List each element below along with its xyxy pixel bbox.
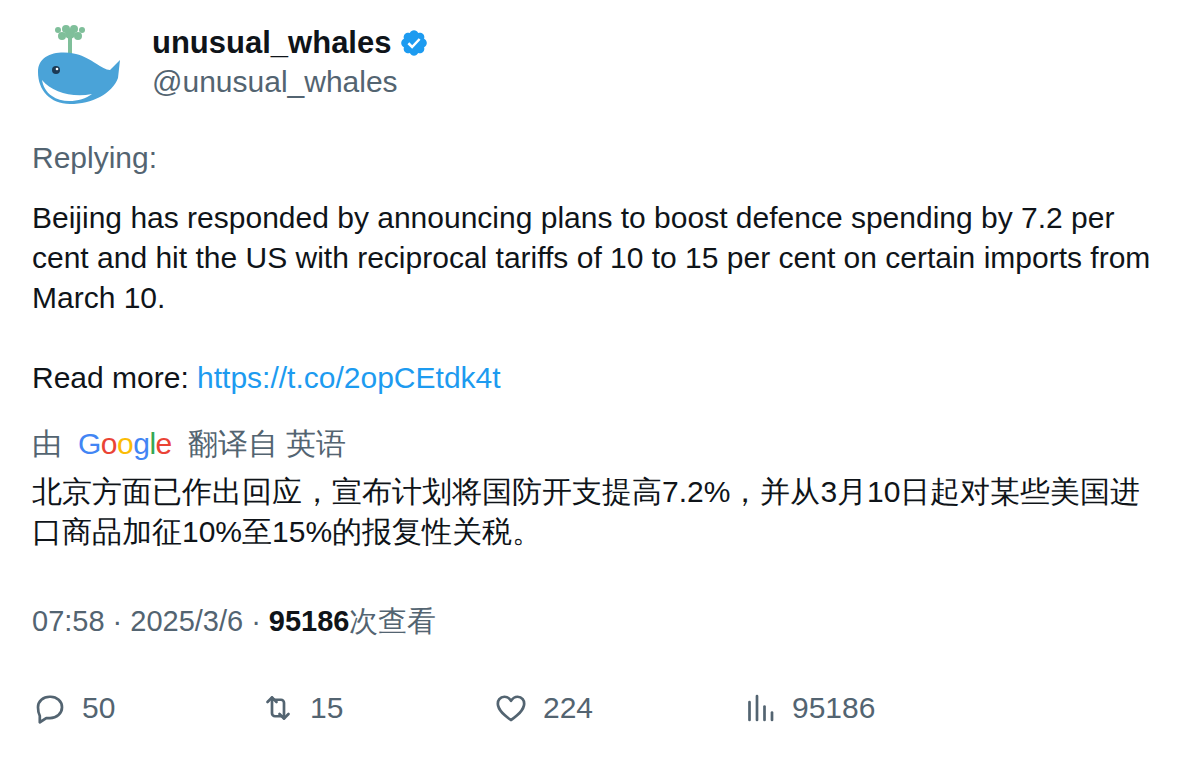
view-count: 95186次查看 (269, 601, 437, 641)
read-more-link[interactable]: https://t.co/2opCEtdk4t (197, 361, 501, 394)
meta-separator: · (113, 601, 123, 641)
tweet-time[interactable]: 07:58 (32, 601, 105, 641)
reply-button[interactable]: 50 (32, 688, 260, 728)
action-bar: 50 15 224 95186 (32, 688, 1164, 728)
read-more: Read more: https://t.co/2opCEtdk4t (32, 358, 1164, 398)
author-name[interactable]: unusual_whales (152, 24, 391, 62)
retweet-icon (260, 690, 296, 726)
tweet-card: unusual_whales@unusual_whales Replying: Be… (0, 0, 1196, 758)
avatar[interactable] (32, 24, 124, 110)
like-button[interactable]: 224 (493, 688, 742, 728)
action-count: 95186 (792, 688, 875, 728)
retweet-button[interactable]: 15 (260, 688, 493, 728)
views-button[interactable]: 95186 (742, 688, 1164, 728)
google-logo: Google (78, 424, 172, 464)
replying-label: Replying: (32, 138, 1164, 178)
name-row: unusual_whales (152, 24, 429, 62)
views-chart-icon (742, 690, 778, 726)
translated-text: 北京方面已作出回应，宣布计划将国防开支提高7.2%，并从3月10日起对某些美国进… (32, 472, 1164, 552)
verified-badge-icon (399, 28, 429, 58)
tweet-date[interactable]: 2025/3/6 (130, 601, 243, 641)
reply-icon (32, 690, 68, 726)
author-handle[interactable]: @unusual_whales (152, 62, 429, 102)
action-count: 15 (310, 688, 343, 728)
tweet-header: unusual_whales@unusual_whales (32, 24, 1164, 110)
translation-credit: 由 Google 翻译自 英语 (32, 424, 1164, 464)
tweet-meta: 07:58·2025/3/6·95186次查看 (32, 601, 1164, 641)
tweet-body: Beijing has responded by announcing plan… (32, 198, 1164, 318)
action-count: 224 (543, 688, 593, 728)
meta-separator: · (251, 601, 261, 641)
translation-source: 翻译自 英语 (188, 424, 346, 464)
action-count: 50 (82, 688, 115, 728)
author-block: unusual_whales@unusual_whales (152, 24, 429, 102)
heart-icon (493, 690, 529, 726)
whale-avatar-icon (32, 24, 124, 110)
translation-prefix: 由 (32, 424, 62, 464)
